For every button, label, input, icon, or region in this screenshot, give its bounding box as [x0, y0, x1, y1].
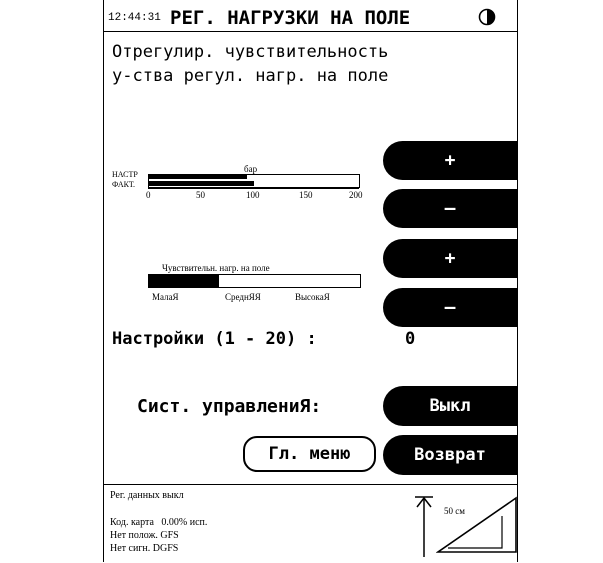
- frame-right-border: [517, 0, 518, 562]
- pressure-scale-axis: [148, 188, 359, 189]
- sensitivity-minus-button[interactable]: –: [383, 288, 517, 327]
- sensitivity-title: Чувствительн. нагр. на поле: [162, 263, 270, 273]
- pressure-gauge: бар НАСТР ФАКТ. 0 50 100 150 200: [112, 164, 372, 204]
- pressure-set-label: НАСТР: [112, 170, 138, 179]
- footer-gfs-status: Нет полож. GFS: [110, 530, 179, 541]
- sensitivity-tick-low: МалаЯ: [152, 292, 179, 302]
- back-button[interactable]: Возврат: [383, 435, 517, 475]
- footer-data-status: Рег. данных выкл: [110, 490, 184, 501]
- pressure-unit-label: бар: [244, 164, 258, 174]
- sensitivity-plus-button[interactable]: +: [383, 239, 517, 278]
- pressure-tick-100: 100: [246, 190, 260, 200]
- pressure-tick-50: 50: [196, 190, 205, 200]
- main-menu-button[interactable]: Гл. меню: [243, 436, 376, 472]
- footer-dgfs-status: Нет сигн. DGFS: [110, 543, 179, 554]
- up-arrow-icon: [413, 495, 435, 563]
- pressure-minus-button[interactable]: –: [383, 189, 517, 228]
- sensitivity-gauge: Чувствительн. нагр. на поле МалаЯ СреднЯ…: [112, 263, 372, 307]
- pressure-tick-0: 0: [146, 190, 151, 200]
- pressure-tick-150: 150: [299, 190, 313, 200]
- footer-divider: [103, 484, 517, 485]
- clock-time: 12:44:31: [108, 12, 161, 24]
- header-divider: [103, 31, 517, 32]
- footer-map-status: Код. карта 0.00% исп.: [110, 517, 208, 528]
- depth-label: 50 см: [444, 506, 465, 516]
- control-toggle-button[interactable]: Выкл: [383, 386, 517, 426]
- control-system-label: Сист. управлениЯ:: [137, 396, 322, 417]
- pressure-plus-button[interactable]: +: [383, 141, 517, 180]
- sensitivity-level-bar: [149, 275, 219, 287]
- page-title: РЕГ. НАГРУЗКИ НА ПОЛЕ: [170, 7, 411, 29]
- sensitivity-tick-high: ВысокаЯ: [295, 292, 330, 302]
- half-circle-icon: [478, 8, 496, 30]
- pressure-actual-label: ФАКТ.: [112, 180, 136, 189]
- frame-left-border: [103, 0, 104, 562]
- settings-label: Настройки (1 - 20) :: [112, 329, 317, 349]
- pressure-set-bar: [149, 175, 247, 179]
- instruction-line-1: Отрегулир. чувствительность: [112, 42, 389, 62]
- pressure-actual-bar: [149, 181, 254, 186]
- instruction-line-2: у-ства регул. нагр. на поле: [112, 66, 389, 86]
- pressure-tick-200: 200: [349, 190, 363, 200]
- sensitivity-tick-medium: СреднЯЯ: [225, 292, 261, 302]
- settings-value: 0: [405, 329, 416, 349]
